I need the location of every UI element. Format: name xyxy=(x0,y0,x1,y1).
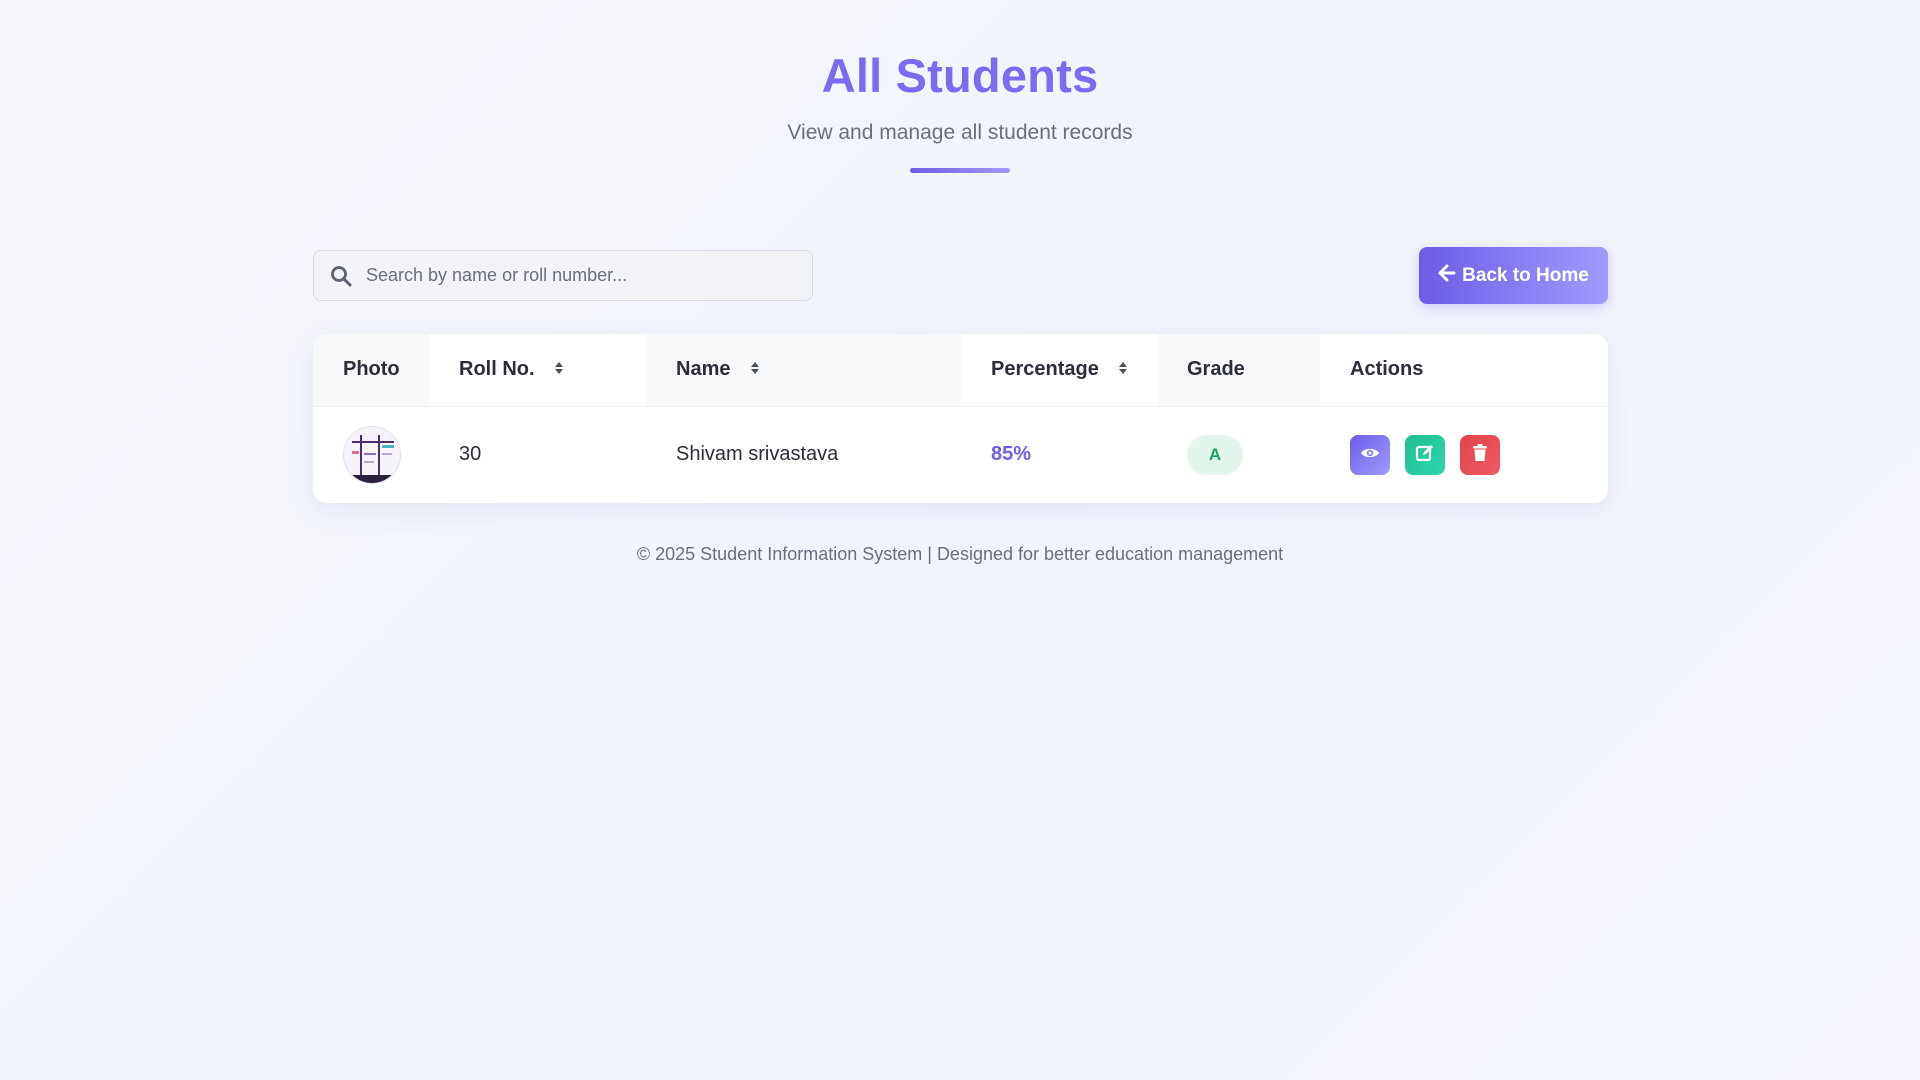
page-subtitle: View and manage all student records xyxy=(787,121,1133,144)
edit-icon xyxy=(1415,443,1435,466)
arrow-left-icon xyxy=(1438,264,1456,288)
page-header: All Students View and manage all student… xyxy=(0,0,1920,173)
column-header-actions: Actions xyxy=(1320,334,1608,407)
actions-cell xyxy=(1320,406,1608,503)
photo-cell xyxy=(313,406,429,503)
search-input[interactable] xyxy=(366,265,796,286)
row-actions xyxy=(1350,434,1608,475)
delete-button[interactable] xyxy=(1460,434,1500,475)
toolbar: Back to Home xyxy=(313,247,1608,304)
sort-icon[interactable] xyxy=(750,358,760,381)
back-to-home-label: Back to Home xyxy=(1462,264,1589,286)
title-underline xyxy=(910,168,1010,173)
students-table: Photo Roll No. Name Percentage Grade Act… xyxy=(313,334,1608,503)
students-table-card: Photo Roll No. Name Percentage Grade Act… xyxy=(313,334,1608,503)
footer-text: © 2025 Student Information System | Desi… xyxy=(636,544,1284,564)
grade-cell: A xyxy=(1157,406,1320,503)
student-photo xyxy=(343,425,401,484)
column-header-photo: Photo xyxy=(313,334,429,407)
trash-icon xyxy=(1472,444,1488,465)
back-to-home-button[interactable]: Back to Home xyxy=(1419,247,1608,304)
search-icon xyxy=(328,263,354,289)
column-header-percentage-label: Percentage xyxy=(991,358,1099,381)
table-row: 30 Shivam srivastava 85% A xyxy=(313,406,1608,503)
eye-icon xyxy=(1360,446,1380,463)
grade-badge: A xyxy=(1187,434,1243,475)
column-header-roll-label: Roll No. xyxy=(459,358,535,381)
table-header-row: Photo Roll No. Name Percentage Grade Act… xyxy=(313,334,1608,407)
search-box[interactable] xyxy=(313,250,813,301)
sort-icon[interactable] xyxy=(554,358,564,381)
column-header-roll[interactable]: Roll No. xyxy=(429,334,646,407)
sort-icon[interactable] xyxy=(1118,358,1128,381)
page-title: All Students xyxy=(821,49,1099,102)
roll-cell: 30 xyxy=(459,443,482,466)
percentage-cell: 85% xyxy=(991,443,1032,466)
name-cell: Shivam srivastava xyxy=(676,443,839,466)
column-header-grade: Grade xyxy=(1157,334,1320,407)
footer: © 2025 Student Information System | Desi… xyxy=(0,544,1920,565)
column-header-percentage[interactable]: Percentage xyxy=(961,334,1157,407)
view-button[interactable] xyxy=(1350,434,1390,475)
column-header-name[interactable]: Name xyxy=(646,334,961,407)
edit-button[interactable] xyxy=(1405,434,1445,475)
column-header-name-label: Name xyxy=(676,358,731,381)
